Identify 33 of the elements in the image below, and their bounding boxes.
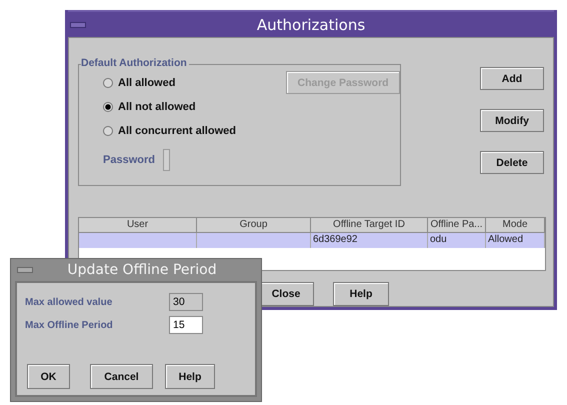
button[interactable]: OK bbox=[27, 364, 70, 389]
table-cell: Allowed bbox=[486, 233, 545, 248]
table-cell: 6d369e92 bbox=[311, 233, 428, 248]
password-field[interactable] bbox=[162, 149, 170, 171]
window-title: Authorizations bbox=[256, 16, 366, 34]
column-header[interactable]: Group bbox=[197, 218, 311, 233]
column-header[interactable]: Offline Target ID bbox=[311, 218, 428, 233]
radio-label[interactable]: All concurrent allowed bbox=[118, 125, 236, 137]
button[interactable]: Add bbox=[480, 67, 544, 90]
dialog-title: Update Offline Period bbox=[66, 262, 218, 278]
button[interactable]: Delete bbox=[480, 151, 544, 174]
radio-label[interactable]: All allowed bbox=[118, 77, 176, 89]
radio-button[interactable] bbox=[103, 126, 113, 136]
table-row[interactable]: 6d369e92 odu Allowed bbox=[79, 233, 545, 248]
window-menu-button[interactable] bbox=[70, 22, 86, 28]
field-label: Max Offline Period bbox=[25, 320, 113, 330]
table-cell: odu bbox=[428, 233, 486, 248]
input-field[interactable]: 15 bbox=[169, 316, 203, 334]
password-label: Password bbox=[103, 154, 155, 166]
button[interactable]: Help bbox=[165, 364, 215, 389]
column-header[interactable]: Mode bbox=[486, 218, 545, 233]
button[interactable]: Modify bbox=[480, 109, 544, 132]
radio-label[interactable]: All not allowed bbox=[118, 101, 196, 113]
button[interactable]: Cancel bbox=[90, 364, 153, 389]
input-field[interactable]: 30 bbox=[169, 293, 203, 311]
window-menu-button[interactable] bbox=[17, 267, 33, 273]
radio-button[interactable] bbox=[103, 102, 113, 112]
column-header[interactable]: Offline Pa... bbox=[428, 218, 486, 233]
field-label: Max allowed value bbox=[25, 296, 112, 308]
column-header[interactable]: User bbox=[79, 218, 197, 233]
group-title: Default Authorization bbox=[81, 57, 189, 69]
button[interactable]: Help bbox=[333, 282, 389, 306]
radio-button[interactable] bbox=[103, 78, 113, 88]
